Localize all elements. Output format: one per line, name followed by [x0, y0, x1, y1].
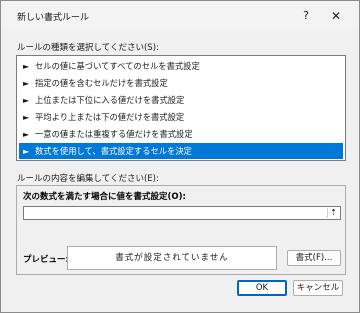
rule-type-label: ルールの種類を選択してください(S): [17, 43, 159, 53]
rule-type-item-label: セルの値に基づいてすべてのセルを書式設定 [35, 61, 200, 71]
arrow-right-icon: ► [23, 96, 30, 105]
help-button[interactable]: ? [296, 7, 316, 25]
arrow-right-icon: ► [23, 113, 30, 122]
close-icon[interactable]: ✕ [326, 7, 346, 25]
rule-type-item[interactable]: ► 一意の値または重複する値だけを書式設定 [19, 126, 343, 142]
rule-description-panel: 次の数式を満たす場合に値を書式設定(O): ⇡ プレビュー: 書式が設定されてい… [16, 185, 346, 275]
formula-input[interactable]: ⇡ [23, 206, 341, 220]
arrow-right-icon: ► [23, 147, 30, 156]
title-bar: 新しい書式ルール ? ✕ [1, 1, 359, 31]
rule-type-item[interactable]: ► 指定の値を含むセルだけを書式設定 [19, 75, 343, 91]
rule-type-item-label: 平均より上または下の値だけを書式設定 [35, 112, 185, 122]
preview-label: プレビュー: [23, 255, 69, 265]
rule-type-item-selected[interactable]: ► 数式を使用して、書式設定するセルを決定 [19, 143, 343, 159]
rule-type-item[interactable]: ► 上位または下位に入る値だけを書式設定 [19, 92, 343, 108]
rule-type-item-label: 上位または下位に入る値だけを書式設定 [35, 95, 185, 105]
collapse-dialog-icon[interactable]: ⇡ [327, 208, 339, 218]
format-button[interactable]: 書式(F)... [287, 250, 341, 266]
rule-type-item[interactable]: ► 平均より上または下の値だけを書式設定 [19, 109, 343, 125]
rule-type-item[interactable]: ► セルの値に基づいてすべてのセルを書式設定 [19, 58, 343, 74]
arrow-right-icon: ► [23, 79, 30, 88]
arrow-right-icon: ► [23, 130, 30, 139]
dialog-title: 新しい書式ルール [17, 13, 90, 23]
cancel-button[interactable]: キャンセル [293, 280, 343, 296]
preview-box: 書式が設定されていません [67, 246, 277, 270]
new-formatting-rule-dialog: 新しい書式ルール ? ✕ ルールの種類を選択してください(S): ► セルの値に基… [0, 0, 360, 313]
arrow-right-icon: ► [23, 62, 30, 71]
rule-type-list[interactable]: ► セルの値に基づいてすべてのセルを書式設定 ► 指定の値を含むセルだけを書式設定 … [16, 55, 346, 161]
rule-type-item-label: 一意の値または重複する値だけを書式設定 [35, 129, 193, 139]
rule-description-label: ルールの内容を編集してください(E): [17, 174, 159, 184]
rule-type-item-label: 指定の値を含むセルだけを書式設定 [35, 78, 168, 88]
rule-type-item-label: 数式を使用して、書式設定するセルを決定 [35, 146, 192, 156]
formula-label: 次の数式を満たす場合に値を書式設定(O): [23, 192, 186, 202]
ok-button[interactable]: OK [237, 280, 287, 296]
